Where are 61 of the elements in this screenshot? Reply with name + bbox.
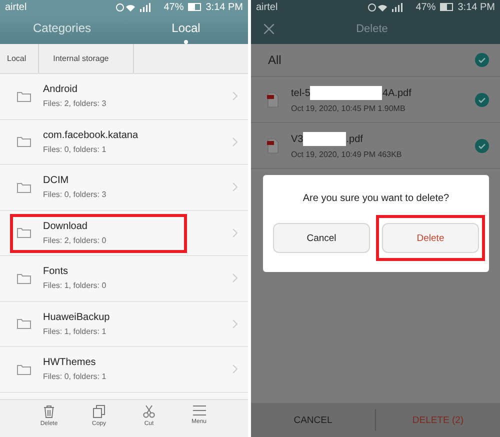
folder-name: com.facebook.katana (43, 130, 140, 141)
breadcrumb-item[interactable]: Local (0, 44, 40, 73)
chevron-icon (232, 364, 238, 374)
chevron-icon (232, 318, 238, 329)
checkmark-icon[interactable] (475, 92, 489, 106)
clock-time: 3:14 PM (206, 2, 243, 12)
file-details: Oct 19, 2020, 10:49 PM 463KB (291, 150, 403, 159)
battery-icon (188, 3, 202, 11)
redaction-block (303, 132, 346, 146)
file-name: tel-5 (291, 88, 310, 98)
folder-name: Download (43, 220, 88, 232)
folder-icon (17, 182, 31, 193)
pdf-file-icon (267, 92, 279, 108)
file-name: .pdf (346, 134, 363, 144)
chevron-icon (232, 273, 238, 284)
folder-icon (17, 364, 31, 375)
tab[interactable]: Local (124, 16, 248, 42)
battery-level: 47% (164, 2, 184, 12)
close-icon[interactable] (264, 24, 274, 34)
battery-icon (440, 3, 454, 11)
clock-time: 3:14 PM (458, 2, 495, 12)
folder-icon (17, 90, 31, 102)
menu-icon (192, 405, 206, 416)
chevron-icon (232, 91, 238, 102)
checkmark-icon[interactable] (475, 53, 489, 67)
folder-name: HuaweiBackup (43, 312, 111, 323)
file-name: 4A.pdf (382, 88, 412, 98)
folder-details: Files: 0, folders: 1 (43, 144, 108, 154)
folder-icon (17, 318, 31, 330)
folder-icon (17, 136, 31, 148)
folder-details: Files: 2, folders: 3 (43, 99, 108, 108)
folder-name: HWThemes (43, 357, 97, 368)
chevron-icon (232, 228, 238, 238)
dialog-button[interactable]: Delete (382, 223, 479, 253)
scissors-icon (143, 405, 155, 418)
folder-icon (17, 272, 31, 284)
copy-icon (93, 405, 105, 418)
select-all-label: All (268, 53, 282, 67)
dialog-message: Are you sure you want to delete? (302, 193, 450, 204)
carrier-name: airtel (5, 2, 27, 12)
breadcrumb-item[interactable]: Internal storage (39, 44, 134, 73)
folder-name: Fonts (43, 266, 70, 278)
folder-icon (17, 227, 31, 238)
folder-details: Files: 0, folders: 3 (43, 190, 108, 200)
file-details: Oct 19, 2020, 10:45 PM 1.90MB (291, 104, 406, 113)
screen-title: Delete (355, 23, 389, 35)
folder-details: Files: 1, folders: 0 (43, 281, 108, 290)
pdf-file-icon (267, 138, 279, 154)
folder-details: Files: 0, folders: 1 (43, 372, 108, 382)
chevron-icon (232, 182, 238, 192)
chevron-icon (232, 136, 238, 147)
folder-details: Files: 2, folders: 0 (43, 236, 108, 245)
folder-name: Android (43, 84, 78, 96)
folder-name: DCIM (43, 175, 70, 186)
dialog-button[interactable]: Cancel (273, 223, 370, 253)
carrier-name: airtel (256, 2, 278, 12)
checkmark-icon[interactable] (475, 138, 489, 152)
folder-details: Files: 1, folders: 1 (43, 326, 108, 336)
trash-icon (43, 405, 55, 418)
file-name: V3 (291, 134, 304, 144)
battery-level: 47% (416, 2, 436, 12)
